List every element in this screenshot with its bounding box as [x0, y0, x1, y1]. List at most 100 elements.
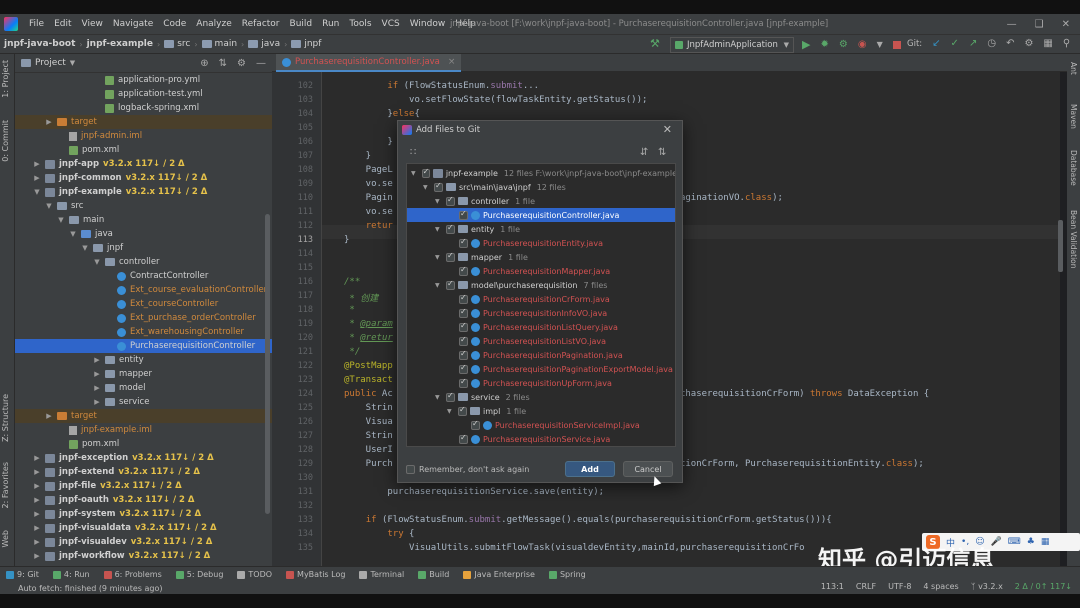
checkbox[interactable]: [459, 335, 468, 346]
tree-item[interactable]: ▶ target: [15, 115, 272, 129]
menu-code[interactable]: Code: [158, 19, 191, 29]
checkbox[interactable]: [421, 167, 431, 178]
tree-item[interactable]: application-test.yml: [15, 87, 272, 101]
status-message[interactable]: Auto fetch: finished (9 minutes ago): [18, 584, 163, 593]
project-panel-title[interactable]: Project: [35, 58, 66, 68]
file-tree-row[interactable]: PurchaserequisitionPaginationExportModel…: [407, 362, 675, 376]
project-tool-button[interactable]: 1: Project: [1, 60, 10, 98]
menu-run[interactable]: Run: [317, 19, 344, 29]
file-encoding[interactable]: UTF-8: [888, 582, 911, 591]
locate-icon[interactable]: ⊕: [200, 58, 208, 69]
checkbox[interactable]: [459, 307, 468, 318]
breadcrumb-item[interactable]: jnpf-example: [83, 39, 157, 49]
chevron-right-icon[interactable]: ▶: [33, 160, 41, 168]
chevron-right-icon[interactable]: ▶: [33, 174, 41, 182]
indent-setting[interactable]: 4 spaces: [923, 582, 958, 591]
chevron-down-icon[interactable]: ▼: [411, 170, 419, 177]
checkbox[interactable]: [446, 195, 455, 206]
chevron-right-icon[interactable]: ▶: [93, 398, 101, 406]
checkbox[interactable]: [459, 293, 468, 304]
tree-item[interactable]: ▶ jnpf-app v3.2.x 117↓ / 2 Δ: [15, 157, 272, 171]
tool-window-javaenterprise[interactable]: Java Enterprise: [463, 570, 535, 579]
close-icon[interactable]: ✕: [663, 123, 672, 136]
close-window-icon[interactable]: ✕: [1062, 19, 1070, 30]
bean-validation-tool-button[interactable]: Bean Validation: [1069, 210, 1078, 269]
maximize-icon[interactable]: ❑: [1035, 19, 1044, 30]
tool-window-git[interactable]: 9: Git: [6, 570, 39, 579]
add-button[interactable]: Add: [565, 461, 615, 477]
file-tree-row[interactable]: PurchaserequisitionListQuery.java: [407, 320, 675, 334]
chevron-down-icon[interactable]: ▼: [435, 282, 443, 289]
git-changes[interactable]: 2 Δ / 0↑ 117↓: [1015, 582, 1072, 591]
chevron-right-icon[interactable]: ▶: [33, 538, 41, 546]
checkbox[interactable]: [459, 265, 468, 276]
run-icon[interactable]: ▶: [802, 38, 810, 51]
project-scrollbar[interactable]: [265, 214, 270, 514]
chevron-right-icon[interactable]: ▶: [33, 552, 41, 560]
keyboard-icon[interactable]: ⌨: [1008, 537, 1021, 547]
file-tree-row[interactable]: PurchaserequisitionCrForm.java: [407, 292, 675, 306]
run-configuration-select[interactable]: JnpfAdminApplication ▼: [670, 37, 794, 53]
tree-item[interactable]: pom.xml: [15, 437, 272, 451]
chevron-right-icon[interactable]: ▶: [93, 370, 101, 378]
checkbox[interactable]: [446, 223, 455, 234]
minimize-icon[interactable]: —: [1007, 19, 1017, 30]
git-push-icon[interactable]: ↗: [969, 38, 977, 49]
menu-file[interactable]: File: [24, 19, 49, 29]
menu-navigate[interactable]: Navigate: [108, 19, 158, 29]
checkbox[interactable]: [459, 433, 468, 444]
editor-scrollbar[interactable]: [1058, 220, 1063, 272]
gear-icon[interactable]: ⚙: [237, 58, 246, 69]
git-branch[interactable]: ᛉ v3.2.x: [971, 582, 1003, 591]
chevron-right-icon[interactable]: ▶: [33, 482, 41, 490]
tree-item[interactable]: jnpf-admin.iml: [15, 129, 272, 143]
tool-window-todo[interactable]: TODO: [237, 570, 272, 579]
menu-view[interactable]: View: [77, 19, 108, 29]
tool-window-run[interactable]: 4: Run: [52, 570, 90, 579]
checkbox-icon[interactable]: [406, 464, 415, 474]
expand-all-icon[interactable]: ⇵: [640, 147, 648, 158]
checkbox[interactable]: [459, 349, 468, 360]
tree-item[interactable]: Ext_warehousingController: [15, 325, 272, 339]
chevron-down-icon[interactable]: ▼: [423, 184, 431, 191]
tree-item[interactable]: Ext_courseController: [15, 297, 272, 311]
tree-item[interactable]: ▶ jnpf-common v3.2.x 117↓ / 2 Δ: [15, 171, 272, 185]
tool-window-spring[interactable]: Spring: [548, 570, 586, 579]
checkbox[interactable]: [459, 237, 468, 248]
file-tree-row[interactable]: ▼ src\main\java\jnpf 12 files: [407, 180, 675, 194]
tree-item[interactable]: ▼ jnpf-example v3.2.x 117↓ / 2 Δ: [15, 185, 272, 199]
file-tree-row[interactable]: PurchaserequisitionEntity.java: [407, 236, 675, 250]
menu-edit[interactable]: Edit: [49, 19, 76, 29]
chevron-down-icon[interactable]: ▼: [70, 59, 75, 67]
file-tree-row[interactable]: PurchaserequisitionController.java: [407, 208, 675, 222]
remember-checkbox[interactable]: Remember, don't ask again: [406, 464, 529, 474]
chevron-down-icon[interactable]: ▼: [33, 188, 41, 196]
breadcrumb-item[interactable]: main: [198, 39, 242, 49]
file-tree-row[interactable]: PurchaserequisitionPagination.java: [407, 348, 675, 362]
tree-item[interactable]: ▼ controller: [15, 255, 272, 269]
breadcrumb-item[interactable]: java: [244, 39, 284, 49]
chevron-right-icon[interactable]: ▶: [33, 510, 41, 518]
editor-tab[interactable]: PurchaserequisitionController.java ×: [276, 54, 462, 72]
file-tree-row[interactable]: ▼ controller 1 file: [407, 194, 675, 208]
breadcrumb-item[interactable]: src: [160, 39, 194, 49]
collapse-all-icon[interactable]: ⇅: [219, 58, 227, 69]
project-structure-icon[interactable]: ▦: [1043, 38, 1052, 49]
chevron-down-icon[interactable]: ▼: [435, 198, 443, 205]
tool-window-debug[interactable]: 5: Debug: [175, 570, 223, 579]
coverage-icon[interactable]: ⚙: [839, 39, 848, 50]
chevron-down-icon[interactable]: ▼: [435, 226, 443, 233]
tree-item[interactable]: ▶ jnpf-file v3.2.x 117↓ / 2 Δ: [15, 479, 272, 493]
database-tool-button[interactable]: Database: [1069, 150, 1078, 186]
more-run-icon[interactable]: ▼: [877, 40, 883, 49]
tree-item[interactable]: ▼ java: [15, 227, 272, 241]
chevron-right-icon[interactable]: ▶: [93, 384, 101, 392]
chevron-right-icon[interactable]: ▶: [33, 496, 41, 504]
tree-item[interactable]: ▶ mapper: [15, 367, 272, 381]
git-rollback-icon[interactable]: ↶: [1006, 38, 1014, 49]
breadcrumb-item[interactable]: jnpf-java-boot: [0, 39, 79, 49]
tree-item[interactable]: ▶ jnpf-exception v3.2.x 117↓ / 2 Δ: [15, 451, 272, 465]
tree-item[interactable]: ▶ jnpf-workflow v3.2.x 117↓ / 2 Δ: [15, 549, 272, 563]
skin-icon[interactable]: ♣: [1027, 537, 1035, 547]
chevron-down-icon[interactable]: ▼: [93, 258, 101, 266]
